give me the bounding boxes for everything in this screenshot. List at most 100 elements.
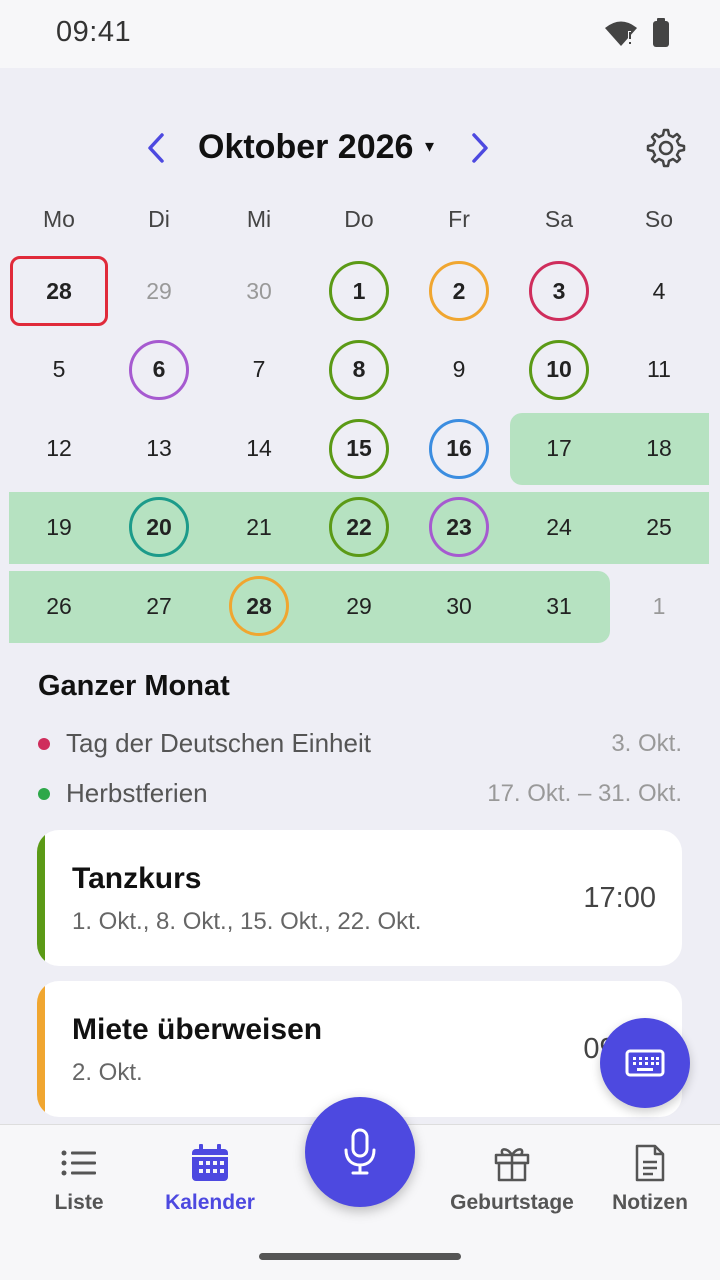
month-event-name: Tag der Deutschen Einheit [66,728,371,758]
gear-icon [646,128,686,168]
calendar-day[interactable]: 28 [209,567,309,645]
nav-liste[interactable]: Liste [9,1143,149,1215]
weekday-do: Do [344,206,374,232]
month-event-date: 17. Okt. – 31. Okt. [487,780,682,807]
list-icon [61,1150,96,1176]
calendar-day[interactable]: 21 [209,488,309,566]
calendar-day-number: 3 [529,261,589,321]
calendar-day[interactable]: 29 [309,567,409,645]
calendar-icon [192,1144,228,1181]
calendar-day-number: 26 [46,592,72,619]
calendar-day[interactable]: 9 [409,331,509,409]
calendar-day-number: 25 [646,513,672,540]
calendar-day[interactable]: 12 [9,410,109,488]
calendar-day-number: 20 [129,497,189,558]
event-card-dates: 2. Okt. [72,1059,143,1086]
calendar-day-number: 9 [452,356,466,383]
nav-label: Liste [54,1191,104,1214]
calendar-day[interactable]: 15 [309,410,409,488]
event-card-title: Tanzkurs [72,862,202,895]
month-dropdown-caret[interactable]: ▾ [425,136,434,157]
event-card-time: 17:00 [583,882,656,914]
calendar-day[interactable]: 1 [609,567,709,645]
previous-month-button[interactable] [140,128,172,168]
nav-kalender[interactable]: Kalender [140,1143,280,1215]
battery-icon [653,18,669,47]
calendar-day-number: 27 [146,592,172,619]
calendar-day-number: 30 [446,592,472,619]
calendar-day[interactable]: 31 [509,567,609,645]
weekday-fr: Fr [448,206,470,232]
month-title[interactable]: Oktober 2026 [198,128,413,167]
calendar-day[interactable]: 22 [309,488,409,566]
calendar-day[interactable]: 8 [309,331,409,409]
microphone-icon [344,1128,376,1175]
calendar-day[interactable]: 18 [609,410,709,488]
calendar-day-number: 28 [10,256,108,326]
calendar-day[interactable]: 29 [109,252,209,330]
gift-icon [494,1148,530,1182]
calendar-day[interactable]: 30 [409,567,509,645]
nav-geburtstage[interactable]: Geburtstage [442,1143,582,1215]
settings-button[interactable] [642,124,690,172]
event-color-dot [38,738,50,750]
calendar-day-number: 15 [329,418,389,479]
calendar-day[interactable]: 6 [109,331,209,409]
calendar-day[interactable]: 13 [109,410,209,488]
chevron-right-icon [472,133,488,163]
calendar-day[interactable]: 3 [509,252,609,330]
calendar-day-number: 19 [46,513,72,540]
calendar-day[interactable]: 26 [9,567,109,645]
month-event-name: Herbstferien [66,778,208,808]
calendar-day[interactable]: 25 [609,488,709,566]
month-event-item[interactable]: Herbstferien 17. Okt. – 31. Okt. [38,776,682,816]
calendar-day-number: 30 [246,277,272,304]
nav-label: Geburtstage [450,1191,574,1214]
nav-label: Kalender [165,1191,255,1214]
month-event-date: 3. Okt. [611,730,682,757]
calendar-day[interactable]: 19 [9,488,109,566]
calendar-day-number: 8 [329,339,389,400]
calendar-day[interactable]: 5 [9,331,109,409]
calendar-day[interactable]: 16 [409,410,509,488]
calendar-day[interactable]: 17 [509,410,609,488]
calendar-day[interactable]: 20 [109,488,209,566]
wifi-icon [605,21,637,46]
calendar-day-number: 17 [546,435,572,461]
calendar-day[interactable]: 24 [509,488,609,566]
weekday-mi: Mi [246,206,272,232]
calendar-day-number: 31 [546,592,572,619]
notes-icon [635,1144,665,1182]
nav-notizen[interactable]: Notizen [580,1143,720,1215]
event-card-color-bar [37,981,45,1117]
event-card[interactable]: Tanzkurs 1. Okt., 8. Okt., 15. Okt., 22.… [37,830,682,966]
calendar-day[interactable]: 14 [209,410,309,488]
calendar-day[interactable]: 23 [409,488,509,566]
calendar-day[interactable]: 7 [209,331,309,409]
chevron-left-icon [148,133,164,163]
calendar-day[interactable]: 1 [309,252,409,330]
calendar-day[interactable]: 4 [609,252,709,330]
event-card-color-bar [37,830,45,966]
event-card-dates: 1. Okt., 8. Okt., 15. Okt., 22. Okt. [72,908,422,935]
calendar-day[interactable]: 28 [9,252,109,330]
voice-input-button[interactable] [305,1097,415,1207]
calendar-day-number: 12 [46,435,72,461]
month-event-item[interactable]: Tag der Deutschen Einheit 3. Okt. [38,726,682,766]
calendar-day-number: 7 [252,356,266,383]
home-indicator[interactable] [259,1253,461,1260]
weekday-so: So [644,206,674,232]
calendar-day[interactable]: 11 [609,331,709,409]
keyboard-input-button[interactable] [600,1018,690,1108]
calendar-day[interactable]: 2 [409,252,509,330]
next-month-button[interactable] [464,128,496,168]
month-events-title: Ganzer Monat [38,670,230,702]
calendar-day-number: 29 [146,277,172,304]
calendar-day-number: 4 [652,277,666,304]
weekday-mo: Mo [43,206,75,232]
calendar-day[interactable]: 30 [209,252,309,330]
status-bar: 09:41 [0,0,720,68]
calendar-day[interactable]: 27 [109,567,209,645]
calendar-day[interactable]: 10 [509,331,609,409]
calendar-day-number: 1 [329,261,389,321]
